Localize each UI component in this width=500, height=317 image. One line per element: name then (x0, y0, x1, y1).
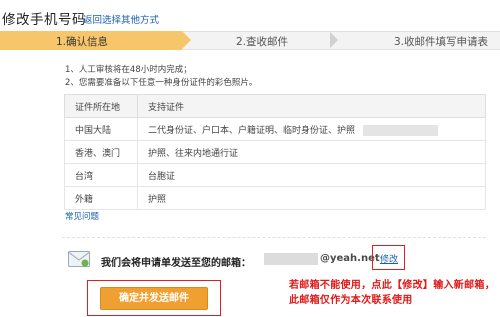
section-divider (62, 237, 486, 238)
column-header-documents: 支持证件 (137, 94, 486, 118)
choose-other-method-link[interactable]: 返回选择其他方式 (83, 12, 159, 26)
email-domain: @yeah.net (320, 253, 380, 264)
row-location: 香港、澳门 (64, 140, 138, 164)
redacted-block (363, 124, 439, 136)
note-1: 1、人工审核将在48小时内完成； (65, 65, 192, 75)
masked-email-username (264, 253, 318, 265)
note-2: 2、您需要准备以下任意一种身份证件的彩色照片。 (65, 78, 258, 88)
column-header-location: 证件所在地 (64, 94, 138, 118)
step-2-label: 2.查收邮件 (236, 36, 289, 48)
table-row: 外籍 护照 (64, 186, 486, 210)
step-separator-arrow (330, 32, 338, 48)
send-to-email-text: 我们会将申请单发送至您的邮箱： (101, 258, 251, 269)
annotation-note: 若邮箱不能使用，点此【修改】输入新邮箱，此邮箱仅作为本次联系使用 (289, 280, 495, 306)
step-1-label: 1.确认信息 (56, 36, 109, 48)
faq-link[interactable]: 常见问题 (65, 210, 99, 222)
step-active-arrow (182, 31, 191, 49)
document-table: 证件所在地 支持证件 中国大陆 二代身份证、户口本、户籍证明、临时身份证、护照 … (64, 94, 486, 210)
table-row: 中国大陆 二代身份证、户口本、户籍证明、临时身份证、护照 (64, 117, 486, 141)
modify-email-link[interactable]: 修改 (380, 252, 398, 265)
row-location: 中国大陆 (64, 117, 138, 141)
confirm-send-email-button[interactable]: 确定并发送邮件 (100, 287, 208, 310)
page-header: 修改手机号码 返回选择其他方式 (0, 0, 500, 30)
page-title: 修改手机号码 (2, 12, 86, 28)
documents-text: 二代身份证、户口本、户籍证明、临时身份证、护照 (148, 125, 356, 136)
table-row: 香港、澳门 护照、往来内地通行证 (64, 140, 486, 164)
row-location: 外籍 (64, 186, 138, 210)
instruction-notes: 1、人工审核将在48小时内完成； 2、您需要准备以下任意一种身份证件的彩色照片。 (65, 64, 257, 90)
table-header-row: 证件所在地 支持证件 (64, 94, 486, 118)
row-location: 台湾 (64, 163, 138, 187)
row-documents: 二代身份证、户口本、户籍证明、临时身份证、护照 (137, 117, 486, 141)
row-documents: 护照 (137, 186, 486, 210)
progress-steps: 1.确认信息 2.查收邮件 3.收邮件填写申请表 (0, 31, 500, 50)
mail-envelope-icon (68, 251, 90, 267)
row-documents: 护照、往来内地通行证 (137, 140, 486, 164)
step-3-label: 3.收邮件填写申请表 (394, 36, 489, 48)
table-row: 台湾 台胞证 (64, 163, 486, 187)
row-documents: 台胞证 (137, 163, 486, 187)
